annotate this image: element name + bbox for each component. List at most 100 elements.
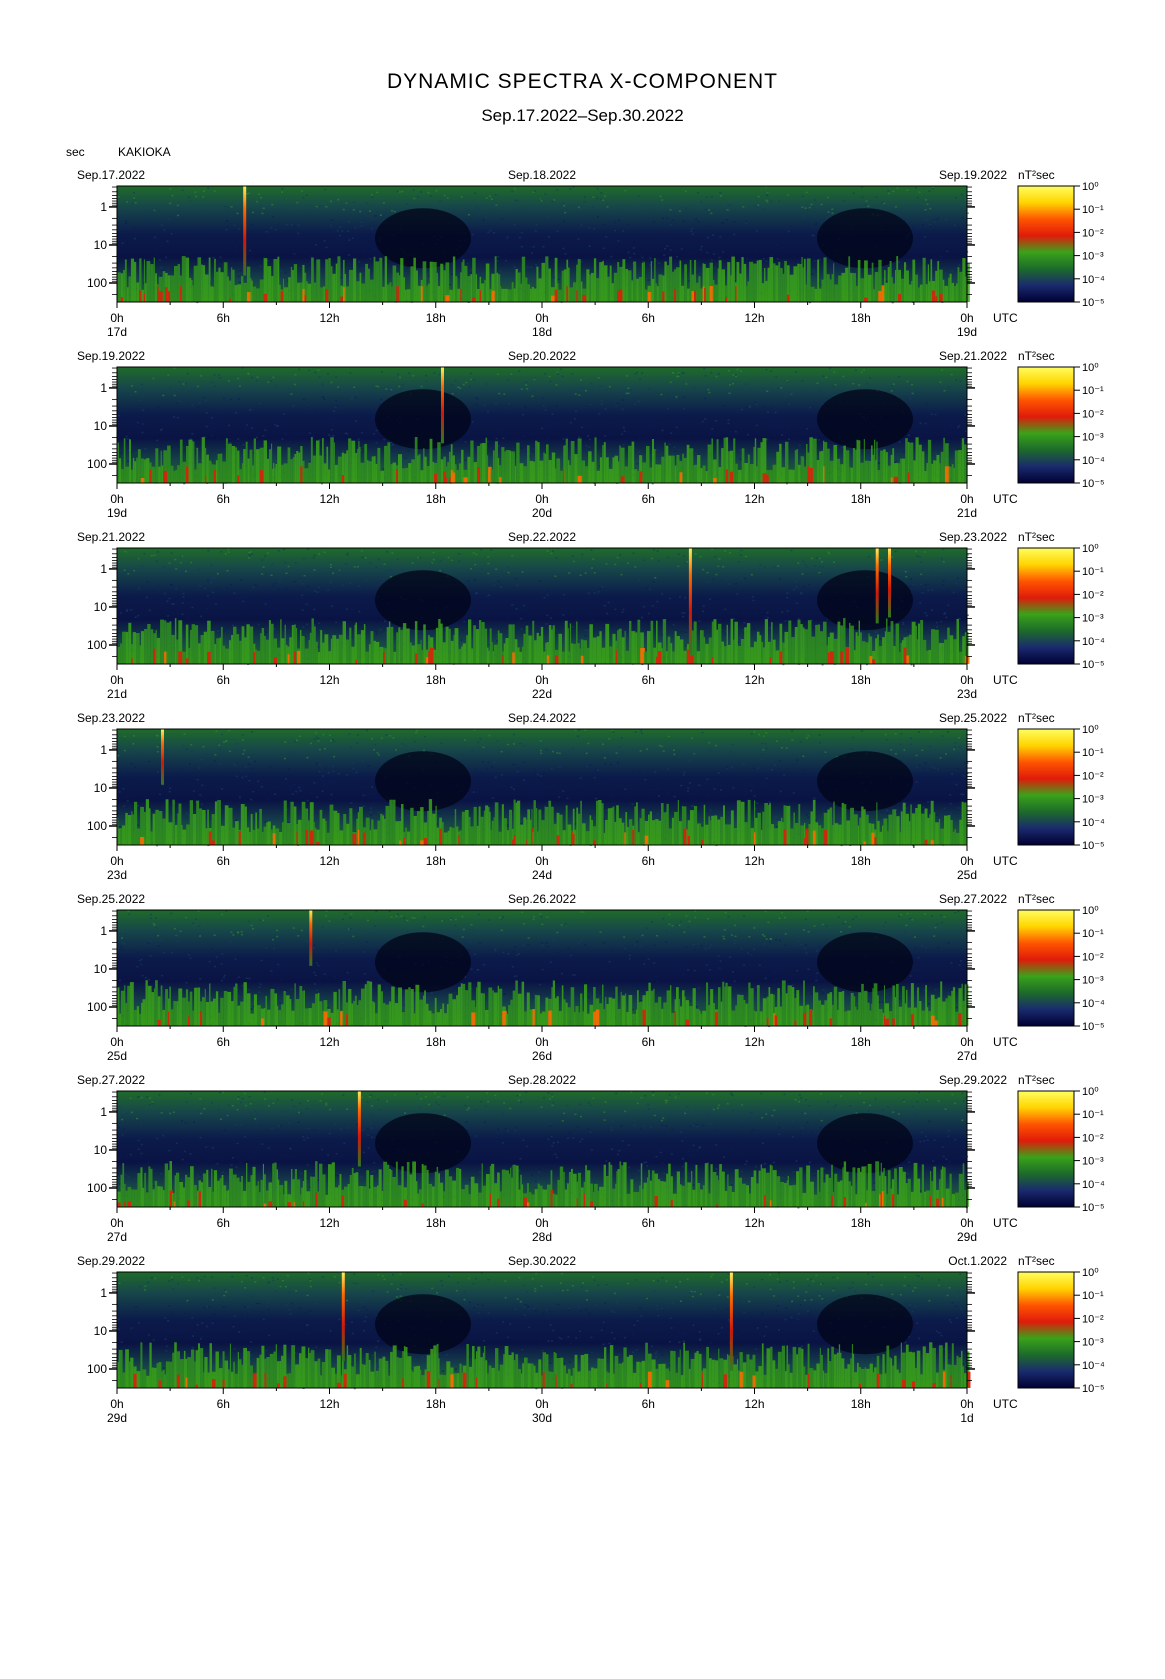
y-tick-label: 1: [100, 743, 107, 757]
x-tick-label: 12h: [744, 1216, 764, 1230]
x-unit-label: UTC: [993, 854, 1018, 868]
colorbar-tick-label: 10⁻²: [1082, 770, 1104, 782]
spectrogram-panel: 1 10 100 0h 6h 12h 18h 0h 6h 12h 18h 0h UTC 21d 22d 23d…: [77, 530, 1018, 701]
x-tick-label: 12h: [744, 673, 764, 687]
x-tick-label: 0h: [960, 311, 973, 325]
x-tick-label: 12h: [744, 311, 764, 325]
colorbar-tick-label: 10⁻²: [1082, 589, 1104, 601]
colorbar-tick-label: 10⁻⁴: [1082, 817, 1105, 829]
date-label-right: Sep.29.2022: [939, 1073, 1007, 1087]
day-label: 25d: [957, 868, 977, 882]
y-tick-label: 1: [100, 924, 107, 938]
colorbar-tick-label: 10⁻⁴: [1082, 455, 1105, 467]
x-tick-label: 18h: [426, 1397, 446, 1411]
date-label-mid: Sep.26.2022: [508, 892, 576, 906]
x-tick-label: 12h: [319, 1397, 339, 1411]
day-label: 28d: [532, 1230, 552, 1244]
x-tick-label: 12h: [319, 673, 339, 687]
x-tick-label: 6h: [642, 1035, 655, 1049]
colorbar-tick-label: 10⁻¹: [1082, 204, 1104, 216]
x-tick-label: 18h: [426, 492, 446, 506]
colorbar-tick-label: 10⁻⁵: [1082, 1021, 1105, 1033]
x-tick-label: 0h: [110, 1035, 123, 1049]
day-label: 21d: [957, 506, 977, 520]
colorbar-tick-label: 10⁰: [1082, 724, 1099, 736]
colorbar: nT²sec 10⁰ 10⁻¹ 10⁻² 10⁻³ 10⁻⁴ 10⁻⁵: [1017, 892, 1105, 1033]
x-tick-label: 12h: [319, 854, 339, 868]
x-tick-label: 18h: [851, 1216, 871, 1230]
x-tick-label: 18h: [851, 492, 871, 506]
x-tick-label: 12h: [319, 492, 339, 506]
colorbar-tick-label: 10⁻¹: [1082, 928, 1104, 940]
colorbar-tick-label: 10⁻³: [1082, 251, 1104, 263]
date-label-left: Sep.19.2022: [77, 349, 145, 363]
colorbar: nT²sec 10⁰ 10⁻¹ 10⁻² 10⁻³ 10⁻⁴ 10⁻⁵: [1017, 1254, 1105, 1395]
x-tick-label: 12h: [744, 1035, 764, 1049]
colorbar: nT²sec 10⁰ 10⁻¹ 10⁻² 10⁻³ 10⁻⁴ 10⁻⁵: [1017, 1073, 1105, 1214]
x-tick-label: 6h: [642, 311, 655, 325]
x-tick-label: 0h: [110, 1397, 123, 1411]
x-tick-label: 12h: [319, 1216, 339, 1230]
x-tick-label: 12h: [319, 1035, 339, 1049]
colorbar-tick-label: 10⁻⁴: [1082, 636, 1105, 648]
colorbar-tick-label: 10⁰: [1082, 181, 1099, 193]
x-tick-label: 6h: [642, 854, 655, 868]
colorbar-tick-label: 10⁻³: [1082, 1337, 1104, 1349]
y-tick-label: 100: [87, 1362, 107, 1376]
colorbar-tick-label: 10⁻³: [1082, 794, 1104, 806]
day-label: 30d: [532, 1411, 552, 1425]
date-label-mid: Sep.24.2022: [508, 711, 576, 725]
y-tick-label: 1: [100, 1286, 107, 1300]
day-label: 21d: [107, 687, 127, 701]
date-label-left: Sep.27.2022: [77, 1073, 145, 1087]
colorbar-tick-label: 10⁻³: [1082, 1156, 1104, 1168]
x-tick-label: 12h: [744, 854, 764, 868]
x-tick-label: 6h: [217, 1035, 230, 1049]
x-unit-label: UTC: [993, 1397, 1018, 1411]
colorbar-tick-label: 10⁻¹: [1082, 1109, 1104, 1121]
y-tick-label: 100: [87, 276, 107, 290]
day-label: 27d: [107, 1230, 127, 1244]
x-tick-label: 0h: [535, 854, 548, 868]
x-tick-label: 0h: [535, 673, 548, 687]
colorbar-tick-label: 10⁻¹: [1082, 385, 1104, 397]
y-tick-label: 1: [100, 562, 107, 576]
day-label: 24d: [532, 868, 552, 882]
x-tick-label: 18h: [851, 1397, 871, 1411]
date-label-right: Sep.25.2022: [939, 711, 1007, 725]
date-label-mid: Sep.20.2022: [508, 349, 576, 363]
colorbar-tick-label: 10⁰: [1082, 362, 1099, 374]
colorbar-tick-label: 10⁻²: [1082, 951, 1104, 963]
x-tick-label: 0h: [960, 673, 973, 687]
x-tick-label: 0h: [960, 854, 973, 868]
y-tick-label: 100: [87, 1181, 107, 1195]
day-label: 27d: [957, 1049, 977, 1063]
colorbar: nT²sec 10⁰ 10⁻¹ 10⁻² 10⁻³ 10⁻⁴ 10⁻⁵: [1017, 530, 1105, 671]
x-tick-label: 12h: [319, 311, 339, 325]
colorbar: nT²sec 10⁰ 10⁻¹ 10⁻² 10⁻³ 10⁻⁴ 10⁻⁵: [1017, 349, 1105, 490]
x-tick-label: 0h: [535, 311, 548, 325]
colorbar-tick-label: 10⁻³: [1082, 613, 1104, 625]
date-label-right: Sep.19.2022: [939, 168, 1007, 182]
day-label: 1d: [960, 1411, 973, 1425]
date-label-left: Sep.21.2022: [77, 530, 145, 544]
y-tick-label: 100: [87, 819, 107, 833]
colorbar-tick-label: 10⁻³: [1082, 432, 1104, 444]
x-unit-label: UTC: [993, 673, 1018, 687]
x-unit-label: UTC: [993, 1216, 1018, 1230]
x-tick-label: 6h: [217, 1397, 230, 1411]
colorbar-tick-label: 10⁰: [1082, 543, 1099, 555]
x-tick-label: 18h: [851, 854, 871, 868]
x-tick-label: 6h: [217, 854, 230, 868]
date-label-mid: Sep.18.2022: [508, 168, 576, 182]
x-tick-label: 0h: [960, 1397, 973, 1411]
x-tick-label: 18h: [426, 311, 446, 325]
y-tick-label: 10: [94, 600, 108, 614]
x-tick-label: 18h: [851, 673, 871, 687]
x-tick-label: 18h: [426, 854, 446, 868]
date-label-left: Sep.23.2022: [77, 711, 145, 725]
date-label-left: Sep.25.2022: [77, 892, 145, 906]
x-tick-label: 18h: [851, 311, 871, 325]
x-tick-label: 0h: [535, 1397, 548, 1411]
spectrogram-panel: 1 10 100 0h 6h 12h 18h 0h 6h 12h 18h 0h UTC 29d 30d 1d S…: [77, 1254, 1018, 1425]
